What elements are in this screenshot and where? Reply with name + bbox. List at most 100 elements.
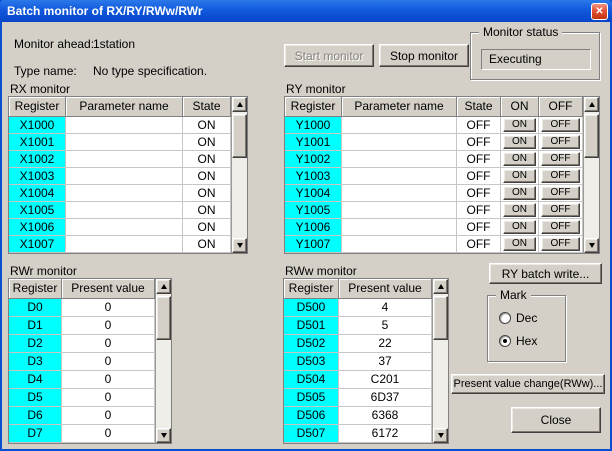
present-value-cell: 4: [339, 299, 432, 317]
on-cell: ON: [501, 117, 539, 134]
down-arrow-icon: [438, 433, 444, 438]
state-cell: ON: [183, 219, 231, 236]
ry-batch-write-button[interactable]: RY batch write...: [489, 263, 602, 284]
rwr-monitor-label: RWr monitor: [10, 264, 77, 278]
column-header-register: Register: [285, 97, 342, 117]
ry-table-row: Y1002 OFF ON OFF: [285, 151, 599, 168]
on-button[interactable]: ON: [503, 220, 536, 234]
parameter-name-cell: [66, 117, 183, 134]
scrollbar-track[interactable]: [232, 112, 247, 238]
rww-table-row: D503 37: [284, 353, 448, 371]
rx-table-row: X1001 ON: [9, 134, 247, 151]
off-button[interactable]: OFF: [541, 118, 580, 132]
rww-table-row: D504 C201: [284, 371, 448, 389]
parameter-name-cell: [66, 134, 183, 151]
scroll-down-button[interactable]: [584, 238, 599, 253]
off-button[interactable]: OFF: [541, 220, 580, 234]
scroll-down-button[interactable]: [433, 428, 448, 443]
on-button[interactable]: ON: [503, 135, 536, 149]
scrollbar-track[interactable]: [584, 112, 599, 238]
close-button[interactable]: ✕: [591, 3, 608, 20]
rx-scrollbar[interactable]: [231, 97, 247, 253]
rww-table-row: D505 6D37: [284, 389, 448, 407]
scroll-up-button[interactable]: [156, 279, 171, 294]
down-arrow-icon: [237, 243, 243, 248]
on-cell: ON: [501, 134, 539, 151]
scrollbar-thumb[interactable]: [584, 114, 599, 158]
off-button[interactable]: OFF: [541, 169, 580, 183]
register-cell: X1005: [9, 202, 66, 219]
ry-scrollbar[interactable]: [583, 97, 599, 253]
register-cell: D507: [284, 425, 339, 443]
register-cell: Y1001: [285, 134, 342, 151]
mark-group: Mark Dec Hex: [487, 295, 566, 362]
state-cell: ON: [183, 151, 231, 168]
off-cell: OFF: [539, 236, 583, 253]
rwr-scrollbar[interactable]: [155, 279, 171, 443]
ry-table-row: Y1007 OFF ON OFF: [285, 236, 599, 253]
rwr-table-row: D0 0: [9, 299, 171, 317]
type-name-label: Type name:: [14, 64, 77, 78]
register-cell: Y1003: [285, 168, 342, 185]
stop-monitor-button[interactable]: Stop monitor: [379, 44, 469, 67]
parameter-name-cell: [342, 219, 457, 236]
register-cell: D7: [9, 425, 62, 443]
start-monitor-button[interactable]: Start monitor: [284, 44, 374, 67]
scrollbar-thumb[interactable]: [156, 296, 171, 340]
on-button[interactable]: ON: [503, 237, 536, 251]
present-value-change-button[interactable]: Present value change(RWw)...: [451, 374, 605, 394]
parameter-name-cell: [66, 219, 183, 236]
title-bar[interactable]: Batch monitor of RX/RY/RWw/RWr ✕: [0, 0, 612, 22]
scrollbar-track[interactable]: [433, 294, 448, 428]
on-button[interactable]: ON: [503, 203, 536, 217]
register-cell: X1002: [9, 151, 66, 168]
on-button[interactable]: ON: [503, 169, 536, 183]
scrollbar-thumb[interactable]: [232, 114, 247, 158]
state-cell: ON: [183, 134, 231, 151]
scroll-up-button[interactable]: [584, 97, 599, 112]
on-button[interactable]: ON: [503, 186, 536, 200]
off-button[interactable]: OFF: [541, 152, 580, 166]
present-value-cell: 0: [62, 407, 155, 425]
parameter-name-cell: [66, 236, 183, 253]
on-button[interactable]: ON: [503, 152, 536, 166]
present-value-cell: 0: [62, 353, 155, 371]
present-value-cell: 6172: [339, 425, 432, 443]
off-cell: OFF: [539, 168, 583, 185]
dec-radio[interactable]: Dec: [499, 311, 537, 325]
scroll-down-button[interactable]: [232, 238, 247, 253]
off-button[interactable]: OFF: [541, 135, 580, 149]
rwr-table-header: Register Present value: [9, 279, 171, 299]
column-header-present-value: Present value: [339, 279, 432, 299]
on-button[interactable]: ON: [503, 118, 536, 132]
scrollbar-thumb[interactable]: [433, 296, 448, 340]
rww-table-row: D502 22: [284, 335, 448, 353]
hex-radio[interactable]: Hex: [499, 334, 537, 348]
state-cell: OFF: [457, 236, 501, 253]
off-cell: OFF: [539, 151, 583, 168]
scroll-up-button[interactable]: [232, 97, 247, 112]
present-value-cell: 0: [62, 317, 155, 335]
register-cell: D502: [284, 335, 339, 353]
register-cell: D501: [284, 317, 339, 335]
present-value-cell: 0: [62, 299, 155, 317]
rww-scrollbar[interactable]: [432, 279, 448, 443]
up-arrow-icon: [438, 284, 444, 289]
rx-table-row: X1002 ON: [9, 151, 247, 168]
off-cell: OFF: [539, 219, 583, 236]
close-icon: ✕: [595, 6, 603, 17]
up-arrow-icon: [237, 102, 243, 107]
register-cell: D6: [9, 407, 62, 425]
off-button[interactable]: OFF: [541, 237, 580, 251]
scrollbar-track[interactable]: [156, 294, 171, 428]
parameter-name-cell: [342, 236, 457, 253]
off-button[interactable]: OFF: [541, 186, 580, 200]
rx-monitor-label: RX monitor: [10, 82, 70, 96]
column-header-off: OFF: [539, 97, 583, 117]
register-cell: D1: [9, 317, 62, 335]
close-dialog-button[interactable]: Close: [511, 407, 601, 433]
type-name-value: No type specification.: [93, 64, 207, 78]
scroll-down-button[interactable]: [156, 428, 171, 443]
scroll-up-button[interactable]: [433, 279, 448, 294]
off-button[interactable]: OFF: [541, 203, 580, 217]
